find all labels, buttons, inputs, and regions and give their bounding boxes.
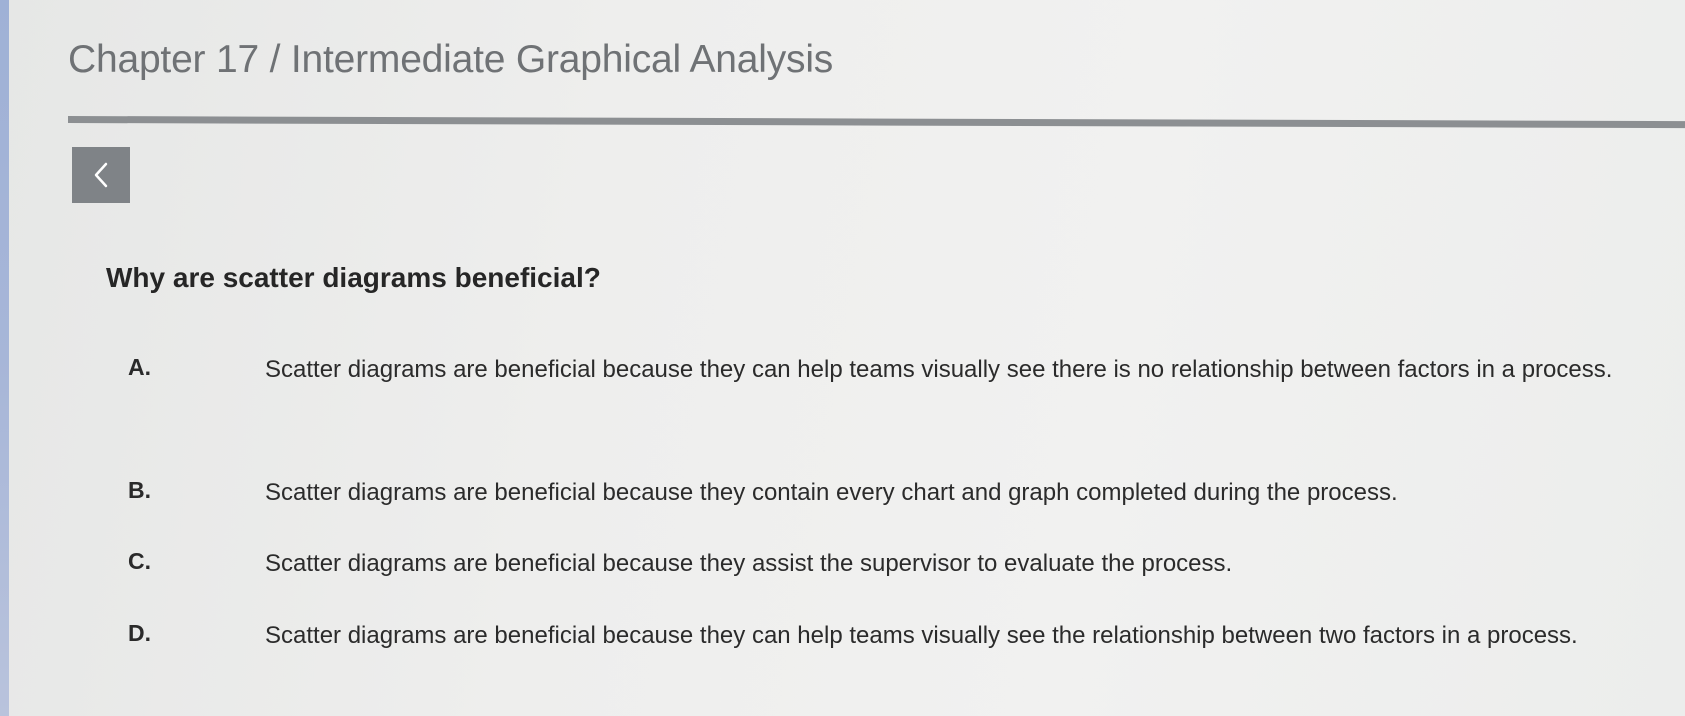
option-text: Scatter diagrams are beneficial because …	[265, 479, 1398, 506]
title-divider	[67, 116, 1685, 129]
option-text: Scatter diagrams are beneficial because …	[265, 550, 1233, 577]
answer-options: A. Scatter diagrams are beneficial becau…	[0, 0, 1685, 716]
chevron-left-icon	[90, 161, 112, 189]
page-header: Chapter 17 / Intermediate Graphical Anal…	[68, 38, 1685, 82]
option-text: Scatter diagrams are beneficial because …	[265, 356, 1613, 383]
page-title: Chapter 17 / Intermediate Graphical Anal…	[68, 38, 834, 81]
option-letter: C.	[128, 548, 151, 574]
option-letter: B.	[128, 477, 151, 503]
question-text: Why are scatter diagrams beneficial?	[106, 262, 601, 293]
option-letter: A.	[128, 354, 151, 380]
option-text: Scatter diagrams are beneficial because …	[265, 622, 1578, 649]
left-accent-strip	[0, 0, 9, 716]
back-button[interactable]	[72, 147, 130, 203]
option-letter: D.	[128, 620, 151, 646]
